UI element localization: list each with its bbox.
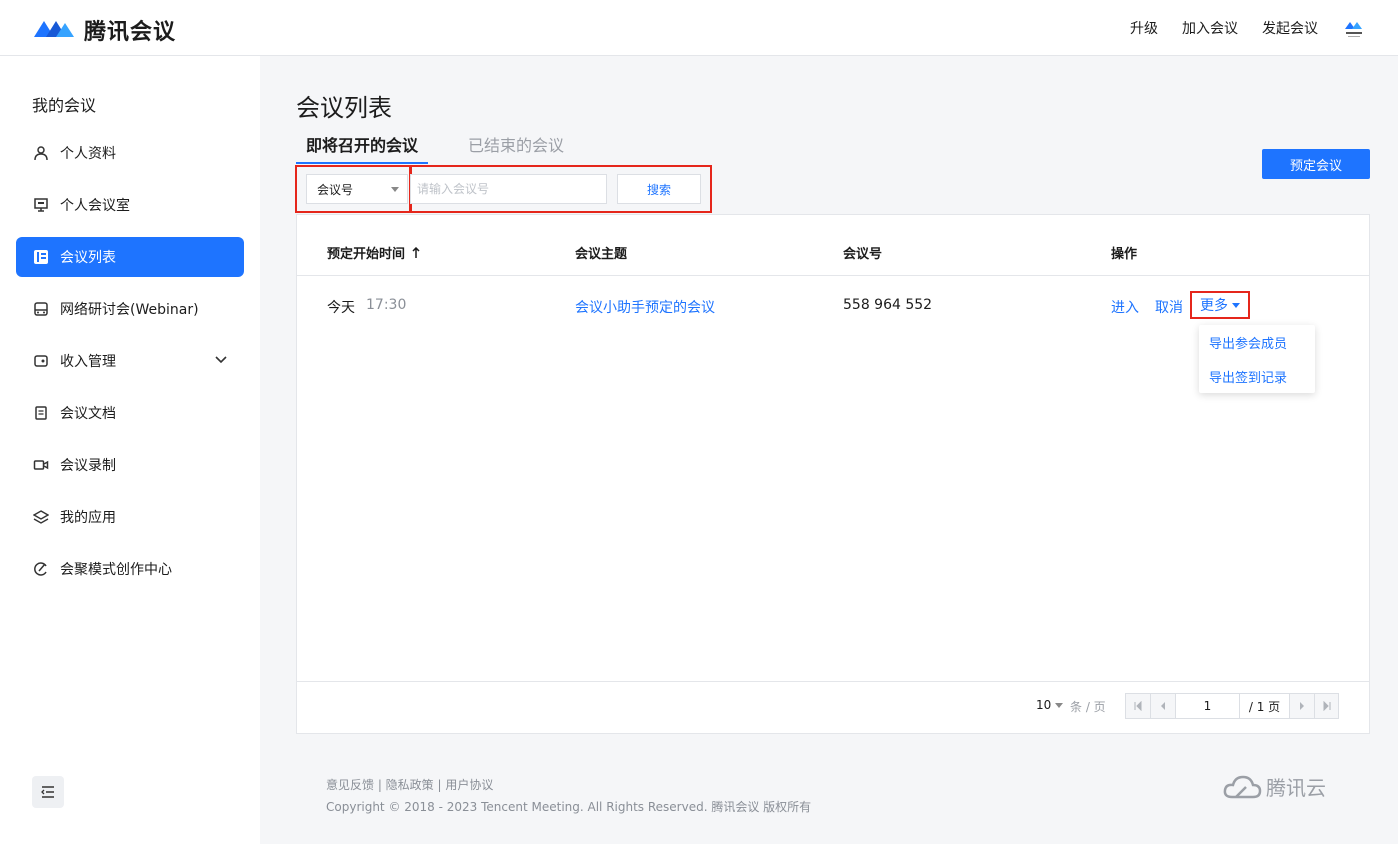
row-meeting-id: 558 964 552 (843, 297, 933, 313)
webinar-icon (32, 300, 50, 318)
sidebar-item-label: 收入管理 (60, 354, 116, 370)
layers-icon (32, 508, 50, 526)
monitor-icon (32, 196, 50, 214)
wallet-icon (32, 352, 50, 370)
top-nav: 升级 加入会议 发起会议 (1130, 0, 1366, 56)
search-button[interactable]: 搜索 (617, 174, 701, 204)
page-size-select[interactable]: 10 (1036, 698, 1064, 712)
column-label: 预定开始时间 (327, 247, 406, 262)
app-logo[interactable]: 腾讯会议 (32, 14, 176, 46)
sidebar-item-label: 网络研讨会(Webinar) (60, 302, 199, 318)
meeting-tabs: 即将召开的会议 已结束的会议 (296, 128, 574, 164)
cloud-brand-name: 腾讯云 (1266, 776, 1326, 800)
column-header-meeting-id: 会议号 (843, 247, 883, 262)
divider (297, 275, 1369, 276)
more-actions-button[interactable]: 更多 (1190, 291, 1250, 319)
meeting-topic-link[interactable]: 会议小助手预定的会议 (575, 297, 715, 317)
sidebar-item-income[interactable]: 收入管理 (16, 341, 244, 381)
page-size-value: 10 (1036, 698, 1052, 712)
tab-upcoming[interactable]: 即将召开的会议 (296, 128, 429, 164)
column-header-start-time[interactable]: 预定开始时间 (327, 243, 421, 262)
cloud-icon (1223, 775, 1262, 798)
more-actions-menu: 导出参会成员 导出签到记录 (1199, 325, 1315, 393)
upgrade-link[interactable]: 升级 (1130, 18, 1158, 38)
tencent-meeting-logo-icon (34, 21, 74, 37)
footer-links[interactable]: 意见反馈 | 隐私政策 | 用户协议 (326, 776, 493, 793)
document-icon (32, 404, 50, 422)
sidebar-item-meeting-list[interactable]: 会议列表 (16, 237, 244, 277)
column-header-actions: 操作 (1111, 247, 1138, 262)
avatar-logo-icon (1343, 17, 1365, 39)
search-type-select[interactable]: 会议号 (306, 174, 408, 204)
app-name: 腾讯会议 (84, 20, 177, 45)
sort-arrow-up-icon (412, 246, 420, 258)
sidebar-item-label: 会议录制 (60, 458, 116, 474)
join-meeting-link[interactable]: 加入会议 (1182, 18, 1238, 38)
sidebar-item-creation-center[interactable]: 会聚模式创作中心 (16, 549, 244, 589)
sidebar-item-label: 我的应用 (60, 510, 116, 526)
pagination: 1 / 1 页 (1125, 693, 1339, 719)
sidebar-item-personal-room[interactable]: 个人会议室 (16, 185, 244, 225)
tab-ended[interactable]: 已结束的会议 (458, 128, 574, 164)
prev-page-icon (1161, 702, 1165, 710)
collapse-sidebar-button[interactable] (32, 776, 64, 808)
prev-page-button[interactable] (1151, 694, 1176, 718)
top-header: 腾讯会议 升级 加入会议 发起会议 (0, 0, 1398, 56)
chevron-down-icon[interactable] (214, 353, 228, 371)
list-icon (32, 248, 50, 266)
row-time: 17:30 (366, 297, 407, 313)
user-icon (32, 144, 50, 162)
select-value: 会议号 (317, 182, 354, 197)
sidebar-title: 我的会议 (32, 96, 97, 115)
sidebar-item-recordings[interactable]: 会议录制 (16, 445, 244, 485)
meeting-table: 预定开始时间 会议主题 会议号 操作 今天 17:30 会议小助手预定的会议 5… (296, 214, 1370, 734)
more-label: 更多 (1200, 298, 1228, 314)
divider (297, 681, 1369, 682)
per-page-label: 条 / 页 (1070, 700, 1106, 714)
page-title: 会议列表 (296, 94, 392, 122)
menu-item-export-checkin[interactable]: 导出签到记录 (1209, 367, 1287, 386)
sidebar-item-apps[interactable]: 我的应用 (16, 497, 244, 537)
column-header-topic: 会议主题 (575, 247, 628, 262)
first-page-icon (1134, 701, 1142, 711)
menu-item-export-attendees[interactable]: 导出参会成员 (1209, 333, 1287, 352)
sidebar-item-label: 会议列表 (60, 250, 116, 266)
row-day: 今天 (327, 300, 355, 316)
page-number-input[interactable]: 1 (1176, 694, 1240, 718)
next-page-icon (1300, 702, 1304, 710)
caret-down-icon (1232, 302, 1240, 308)
sidebar-item-label: 个人资料 (60, 146, 116, 162)
book-meeting-button[interactable]: 预定会议 (1262, 149, 1370, 179)
first-page-button[interactable] (1126, 694, 1151, 718)
last-page-button[interactable] (1315, 694, 1338, 718)
sidebar-item-label: 会议文档 (60, 406, 116, 422)
collapse-menu-icon (41, 786, 54, 798)
enter-meeting-link[interactable]: 进入 (1111, 297, 1139, 317)
tencent-cloud-logo: 腾讯云 (1222, 772, 1326, 801)
avatar[interactable] (1342, 16, 1366, 40)
sidebar: 我的会议 个人资料 个人会议室 会议列表 网络研讨会(Webinar) 收入管理 (0, 56, 260, 844)
last-page-icon (1323, 701, 1330, 711)
next-page-button[interactable] (1290, 694, 1315, 718)
sidebar-item-profile[interactable]: 个人资料 (16, 133, 244, 173)
caret-down-icon (391, 187, 399, 192)
total-pages-label: / 1 页 (1240, 694, 1290, 718)
sidebar-item-documents[interactable]: 会议文档 (16, 393, 244, 433)
create-icon (32, 560, 50, 578)
sidebar-item-webinar[interactable]: 网络研讨会(Webinar) (16, 289, 244, 329)
start-meeting-link[interactable]: 发起会议 (1262, 18, 1318, 38)
footer-copyright: Copyright © 2018 - 2023 Tencent Meeting.… (326, 800, 812, 814)
sidebar-item-label: 个人会议室 (60, 198, 130, 214)
cancel-meeting-link[interactable]: 取消 (1155, 297, 1183, 317)
video-icon (32, 456, 50, 474)
caret-down-icon (1055, 702, 1064, 708)
sidebar-item-label: 会聚模式创作中心 (60, 562, 172, 578)
meeting-id-search-input[interactable] (410, 174, 607, 204)
